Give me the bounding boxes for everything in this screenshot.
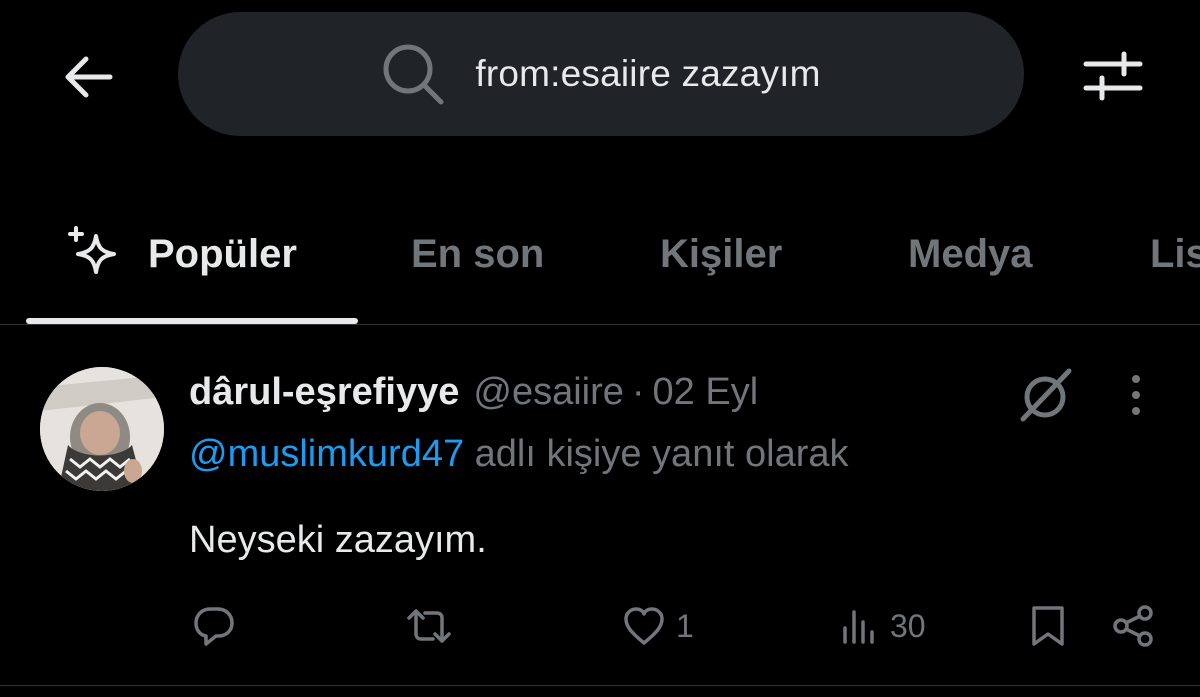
- search-filter-button[interactable]: [1078, 44, 1148, 108]
- reply-icon: [192, 604, 236, 648]
- reply-button[interactable]: [192, 601, 236, 651]
- like-button[interactable]: 1: [622, 601, 694, 651]
- views-button[interactable]: 30: [840, 601, 926, 651]
- tab-media[interactable]: Medya: [908, 224, 1033, 284]
- tab-lists-label: Listeler: [1150, 231, 1200, 276]
- share-button[interactable]: [1112, 601, 1156, 651]
- view-count: 30: [890, 607, 926, 644]
- top-bar: from:esaiire zazayım: [0, 0, 1200, 150]
- reply-context: @muslimkurd47 adlı kişiye yanıt olarak: [189, 433, 849, 476]
- tab-media-label: Medya: [908, 231, 1033, 276]
- like-count: 1: [676, 607, 694, 644]
- views-icon: [840, 606, 880, 646]
- more-options-button[interactable]: [1118, 367, 1154, 423]
- tweet-actions: 1 30: [0, 601, 1200, 651]
- grok-icon: [1017, 367, 1075, 423]
- heart-icon: [622, 605, 666, 647]
- tweet-header: dârul-eşrefiyye @esaiire · 02 Eyl: [189, 371, 758, 414]
- separator-dot: ·: [631, 371, 645, 413]
- tab-popular[interactable]: Popüler: [66, 224, 297, 284]
- bookmark-icon: [1030, 604, 1066, 648]
- sliders-icon: [1082, 48, 1144, 104]
- user-handle[interactable]: @esaiire: [473, 371, 624, 414]
- avatar[interactable]: [40, 367, 164, 491]
- tweet-timestamp[interactable]: 02 Eyl: [653, 371, 759, 414]
- search-icon: [381, 42, 445, 106]
- tweet-text: Neyseki zazayım.: [189, 519, 487, 561]
- tab-popular-label: Popüler: [148, 231, 297, 276]
- search-bar[interactable]: from:esaiire zazayım: [178, 12, 1024, 136]
- sparkle-icon: [66, 226, 122, 282]
- tab-people[interactable]: Kişiler: [660, 224, 782, 284]
- more-vertical-icon: [1130, 373, 1142, 417]
- retweet-icon: [405, 604, 453, 648]
- reply-context-text: adlı kişiye yanıt olarak: [474, 433, 849, 475]
- share-icon: [1112, 604, 1156, 648]
- tweet[interactable]: dârul-eşrefiyye @esaiire · 02 Eyl @musli…: [0, 325, 1200, 685]
- tab-latest-label: En son: [411, 231, 545, 276]
- tab-latest[interactable]: En son: [411, 224, 544, 284]
- tab-people-label: Kişiler: [660, 231, 783, 276]
- display-name[interactable]: dârul-eşrefiyye: [189, 371, 459, 414]
- bookmark-button[interactable]: [1030, 601, 1066, 651]
- retweet-button[interactable]: [405, 601, 453, 651]
- reply-mention-link[interactable]: @muslimkurd47: [189, 433, 464, 475]
- search-query[interactable]: from:esaiire zazayım: [475, 53, 820, 95]
- search-tabs: Popüler En son Kişiler Medya Listeler: [0, 200, 1200, 324]
- back-button[interactable]: [58, 50, 118, 104]
- tweet-divider: [0, 685, 1200, 686]
- tab-lists[interactable]: Listeler: [1150, 224, 1200, 284]
- grok-button[interactable]: [1015, 367, 1077, 423]
- arrow-left-icon: [60, 53, 116, 101]
